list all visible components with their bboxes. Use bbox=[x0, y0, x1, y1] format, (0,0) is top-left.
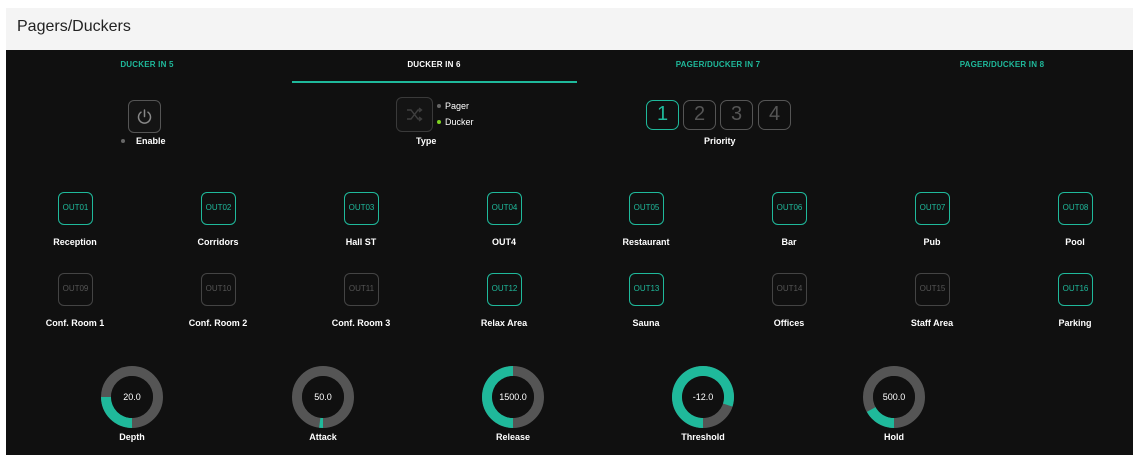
output-label-out15: Staff Area bbox=[910, 318, 954, 328]
output-label-out05: Restaurant bbox=[622, 237, 670, 247]
output-label-out02: Corridors bbox=[197, 237, 239, 247]
output-label-out12: Relax Area bbox=[480, 318, 528, 328]
knob-fill-hold bbox=[866, 407, 894, 428]
tab-pager-ducker-in-7[interactable]: PAGER/DUCKER IN 7 bbox=[633, 60, 803, 83]
active-tab-indicator bbox=[292, 81, 577, 83]
type-option-ducker[interactable]: Ducker bbox=[445, 117, 474, 127]
knob-value-release: 1500.0 bbox=[499, 392, 527, 402]
priority-label: Priority bbox=[704, 136, 736, 146]
output-button-out10[interactable]: OUT10 bbox=[201, 273, 236, 306]
output-label-out09: Conf. Room 1 bbox=[45, 318, 105, 328]
output-button-out04[interactable]: OUT04 bbox=[487, 192, 522, 225]
priority-3-button[interactable]: 3 bbox=[720, 100, 753, 130]
output-button-out06[interactable]: OUT06 bbox=[772, 192, 807, 225]
output-label-out04: OUT4 bbox=[491, 237, 516, 247]
output-button-out12[interactable]: OUT12 bbox=[487, 273, 522, 306]
knob-value-hold: 500.0 bbox=[882, 392, 906, 402]
knob-label-attack: Attack bbox=[309, 432, 337, 442]
output-label-out08: Pool bbox=[1065, 237, 1085, 247]
knob-value-threshold: -12.0 bbox=[692, 392, 714, 402]
knob-value-depth: 20.0 bbox=[123, 392, 141, 402]
output-label-out07: Pub bbox=[923, 237, 941, 247]
type-toggle-button[interactable] bbox=[396, 97, 433, 132]
tab-pager-ducker-in-8[interactable]: PAGER/DUCKER IN 8 bbox=[917, 60, 1087, 83]
enable-status-dot bbox=[121, 139, 125, 143]
knob-label-hold: Hold bbox=[884, 432, 904, 442]
knob-label-release: Release bbox=[495, 432, 531, 442]
power-icon bbox=[137, 109, 152, 124]
tab-ducker-in-6[interactable]: DUCKER IN 6 bbox=[349, 60, 519, 83]
priority-1-button[interactable]: 1 bbox=[646, 100, 679, 130]
pager-status-dot bbox=[437, 104, 441, 108]
output-button-out03[interactable]: OUT03 bbox=[344, 192, 379, 225]
output-button-out02[interactable]: OUT02 bbox=[201, 192, 236, 225]
output-button-out05[interactable]: OUT05 bbox=[629, 192, 664, 225]
ducker-status-dot bbox=[437, 120, 441, 124]
output-label-out10: Conf. Room 2 bbox=[188, 318, 248, 328]
output-button-out16[interactable]: OUT16 bbox=[1058, 273, 1093, 306]
output-button-out07[interactable]: OUT07 bbox=[915, 192, 950, 225]
type-option-pager[interactable]: Pager bbox=[445, 101, 469, 111]
ducker-panel: DUCKER IN 5 DUCKER IN 6 PAGER/DUCKER IN … bbox=[6, 50, 1133, 455]
knob-graphics bbox=[101, 366, 925, 428]
output-label-out16: Parking bbox=[1058, 318, 1092, 328]
knob-fill-attack bbox=[319, 417, 323, 428]
output-label-out03: Hall ST bbox=[345, 237, 377, 247]
output-button-out13[interactable]: OUT13 bbox=[629, 273, 664, 306]
enable-label: Enable bbox=[136, 136, 166, 146]
output-label-out06: Bar bbox=[781, 237, 797, 247]
page-title: Pagers/Duckers bbox=[17, 18, 131, 35]
tab-ducker-in-5[interactable]: DUCKER IN 5 bbox=[62, 60, 232, 83]
output-label-out01: Reception bbox=[53, 237, 97, 247]
priority-2-button[interactable]: 2 bbox=[683, 100, 716, 130]
shuffle-icon bbox=[407, 107, 423, 122]
header-bar: Pagers/Duckers bbox=[6, 8, 1133, 50]
knob-value-attack: 50.0 bbox=[314, 392, 332, 402]
priority-4-button[interactable]: 4 bbox=[758, 100, 791, 130]
output-label-out13: Sauna bbox=[632, 318, 660, 328]
output-button-out09[interactable]: OUT09 bbox=[58, 273, 93, 306]
enable-button[interactable] bbox=[128, 100, 161, 133]
output-button-out15[interactable]: OUT15 bbox=[915, 273, 950, 306]
output-button-out14[interactable]: OUT14 bbox=[772, 273, 807, 306]
output-label-out14: Offices bbox=[773, 318, 805, 328]
output-button-out01[interactable]: OUT01 bbox=[58, 192, 93, 225]
output-button-out08[interactable]: OUT08 bbox=[1058, 192, 1093, 225]
knob-label-threshold: Threshold bbox=[681, 432, 725, 442]
output-button-out11[interactable]: OUT11 bbox=[344, 273, 379, 306]
knob-label-depth: Depth bbox=[119, 432, 145, 442]
type-label: Type bbox=[416, 136, 437, 146]
output-label-out11: Conf. Room 3 bbox=[331, 318, 391, 328]
